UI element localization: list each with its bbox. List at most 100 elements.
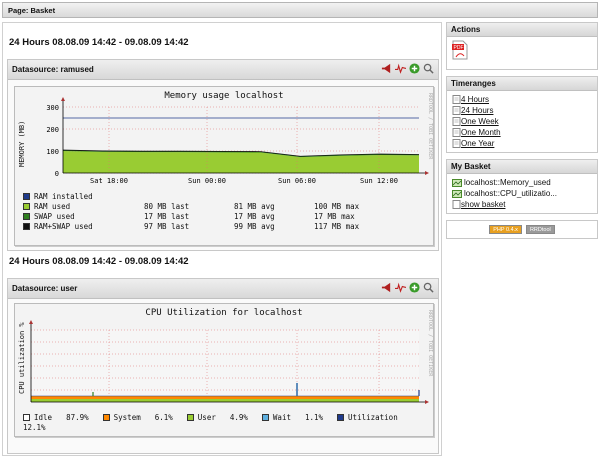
timerange-label: One Month [461, 128, 501, 137]
timerange-link[interactable]: One Week [452, 116, 592, 127]
datasource-label: Datasource: ramused [12, 65, 94, 74]
timerange-link[interactable]: 4 Hours [452, 94, 592, 105]
legend-swatch [261, 413, 269, 421]
legend-stat: 80 MB last [144, 201, 190, 211]
cpu-legend-row: Idle 87.9% System 6.1% User 4.9% Wait 1.1% Utili… [23, 412, 412, 422]
timerange-link[interactable]: One Month [452, 127, 592, 138]
x-axis-arrow [425, 400, 429, 404]
datasource-header: Datasource: ramused [8, 60, 438, 80]
period-title-memory: 24 Hours 08.08.09 14:42 - 09.08.09 14:42 [9, 37, 189, 48]
system-band [31, 396, 419, 399]
page-icon [452, 128, 461, 137]
page-icon [452, 200, 461, 209]
y-tick-label: 100 [46, 148, 59, 156]
add-icon[interactable] [409, 63, 420, 74]
sidebar: Actions PDF Timeranges 4 Hours 24 Hours On… [446, 22, 598, 245]
zoom-icon[interactable] [423, 282, 434, 293]
cpu-legend: Idle 87.9% System 6.1% User 4.9% Wait 1.1% Utili… [23, 412, 412, 432]
timerange-label: One Week [461, 117, 499, 126]
basket-item[interactable]: localhost::Memory_used [452, 177, 592, 188]
page-title-bar: Page: Basket [2, 2, 598, 18]
graph-icon [452, 189, 462, 198]
x-tick-label: Sun 06:00 [278, 177, 316, 185]
memory-graph: Memory usage localhost MEMORY (MB) RRDTO… [14, 86, 434, 246]
legend-stat: 99 MB avg [234, 221, 275, 231]
cpu-graph: CPU Utilization for localhost CPU utiliz… [14, 303, 434, 437]
pulse-icon[interactable] [395, 63, 406, 74]
rrdtool-badge[interactable]: RRDtool [525, 225, 555, 234]
datasource-box-user: Datasource: user CPU Utilization for loc… [7, 278, 439, 454]
legend-stat: 117 MB max [314, 221, 360, 231]
legend-stat: 17 MB max [314, 211, 355, 221]
legend-row: RAM used 80 MB last 81 MB avg 100 MB max [23, 201, 394, 211]
legend-value: 4.9% [229, 412, 248, 422]
php-badge[interactable]: PHP 0.4.x [489, 225, 522, 234]
legend-stat: 100 MB max [314, 201, 360, 211]
megaphone-icon[interactable] [381, 282, 392, 293]
timeranges-list: 4 Hours 24 Hours One Week One Month One Year [447, 91, 597, 152]
legend-row: RAM installed [23, 191, 394, 201]
cpu-plot [29, 320, 429, 404]
legend-name: User [197, 412, 216, 422]
x-tick-label: Sun 12:00 [360, 177, 398, 185]
legend-name: Utilization [348, 412, 398, 422]
datasource-box-ramused: Datasource: ramused Memory usage localho… [7, 59, 439, 251]
y-tick-label: 0 [55, 170, 59, 178]
user-band [31, 399, 419, 402]
x-tick-label: Sun 00:00 [188, 177, 226, 185]
legend-swatch [23, 222, 30, 230]
legend-stat: 17 MB avg [234, 211, 275, 221]
period-title-cpu: 24 Hours 08.08.09 14:42 - 09.08.09 14:42 [9, 256, 189, 267]
legend-name: RAM used [34, 201, 71, 211]
zoom-icon[interactable] [423, 63, 434, 74]
basket-list: localhost::Memory_usedlocalhost::CPU_uti… [447, 174, 597, 213]
basket-item-label: localhost::CPU_utilizatio... [464, 189, 557, 198]
legend-stat: 17 MB last [144, 211, 190, 221]
basket-item[interactable]: localhost::CPU_utilizatio... [452, 188, 592, 199]
main-panel: 24 Hours 08.08.09 14:42 - 09.08.09 14:42… [2, 22, 442, 456]
timerange-link[interactable]: 24 Hours [452, 105, 592, 116]
y-tick-label: 300 [46, 104, 59, 112]
legend-stat: 81 MB avg [234, 201, 275, 211]
page-icon [452, 106, 461, 115]
y-axis-arrow [61, 97, 65, 101]
memory-legend: RAM installed RAM used 80 MB last 81 MB avg… [23, 191, 394, 231]
page-icon [452, 117, 461, 126]
memory-plot: 0 100 200 300 Sat 18:00 Sun 00:00 Sun 06:00 Sun… [46, 97, 429, 185]
pdf-icon[interactable]: PDF [452, 40, 468, 60]
show-basket-label: show basket [461, 200, 506, 209]
legend-swatch [23, 202, 30, 210]
legend-name: RAM+SWAP used [34, 221, 93, 231]
y-tick-label: 200 [46, 126, 59, 134]
legend-stat: 97 MB last [144, 221, 190, 231]
datasource-header: Datasource: user [8, 279, 438, 299]
legend-value: 6.1% [154, 412, 173, 422]
svg-text:PDF: PDF [454, 45, 464, 51]
timeranges-title: Timeranges [447, 77, 597, 91]
legend-name: Idle [34, 412, 53, 422]
legend-row: RAM+SWAP used 97 MB last 99 MB avg 117 MB m… [23, 221, 394, 231]
graph-icon [452, 178, 462, 187]
timerange-label: 4 Hours [461, 95, 490, 104]
show-basket-link[interactable]: show basket [452, 199, 592, 210]
x-axis-arrow [425, 171, 429, 175]
legend-row: SWAP used 17 MB last 17 MB avg 17 MB max [23, 211, 394, 221]
timerange-label: 24 Hours [461, 106, 494, 115]
pulse-icon[interactable] [395, 282, 406, 293]
timeranges-panel: Timeranges 4 Hours 24 Hours One Week One Mo… [446, 76, 598, 153]
legend-name: System [113, 412, 141, 422]
legend-swatch [23, 212, 30, 220]
legend-name: SWAP used [34, 211, 75, 221]
legend-value: 87.9% [66, 412, 89, 422]
plot-background [31, 330, 419, 402]
legend-swatch [186, 413, 194, 421]
legend-swatch [23, 192, 30, 200]
x-tick-label: Sat 18:00 [90, 177, 128, 185]
add-icon[interactable] [409, 282, 420, 293]
y-axis-arrow [29, 320, 33, 324]
megaphone-icon[interactable] [381, 63, 392, 74]
timerange-link[interactable]: One Year [452, 138, 592, 149]
basket-item-label: localhost::Memory_used [464, 178, 551, 187]
legend-value: 1.1% [304, 412, 324, 422]
legend-swatch [337, 413, 345, 421]
